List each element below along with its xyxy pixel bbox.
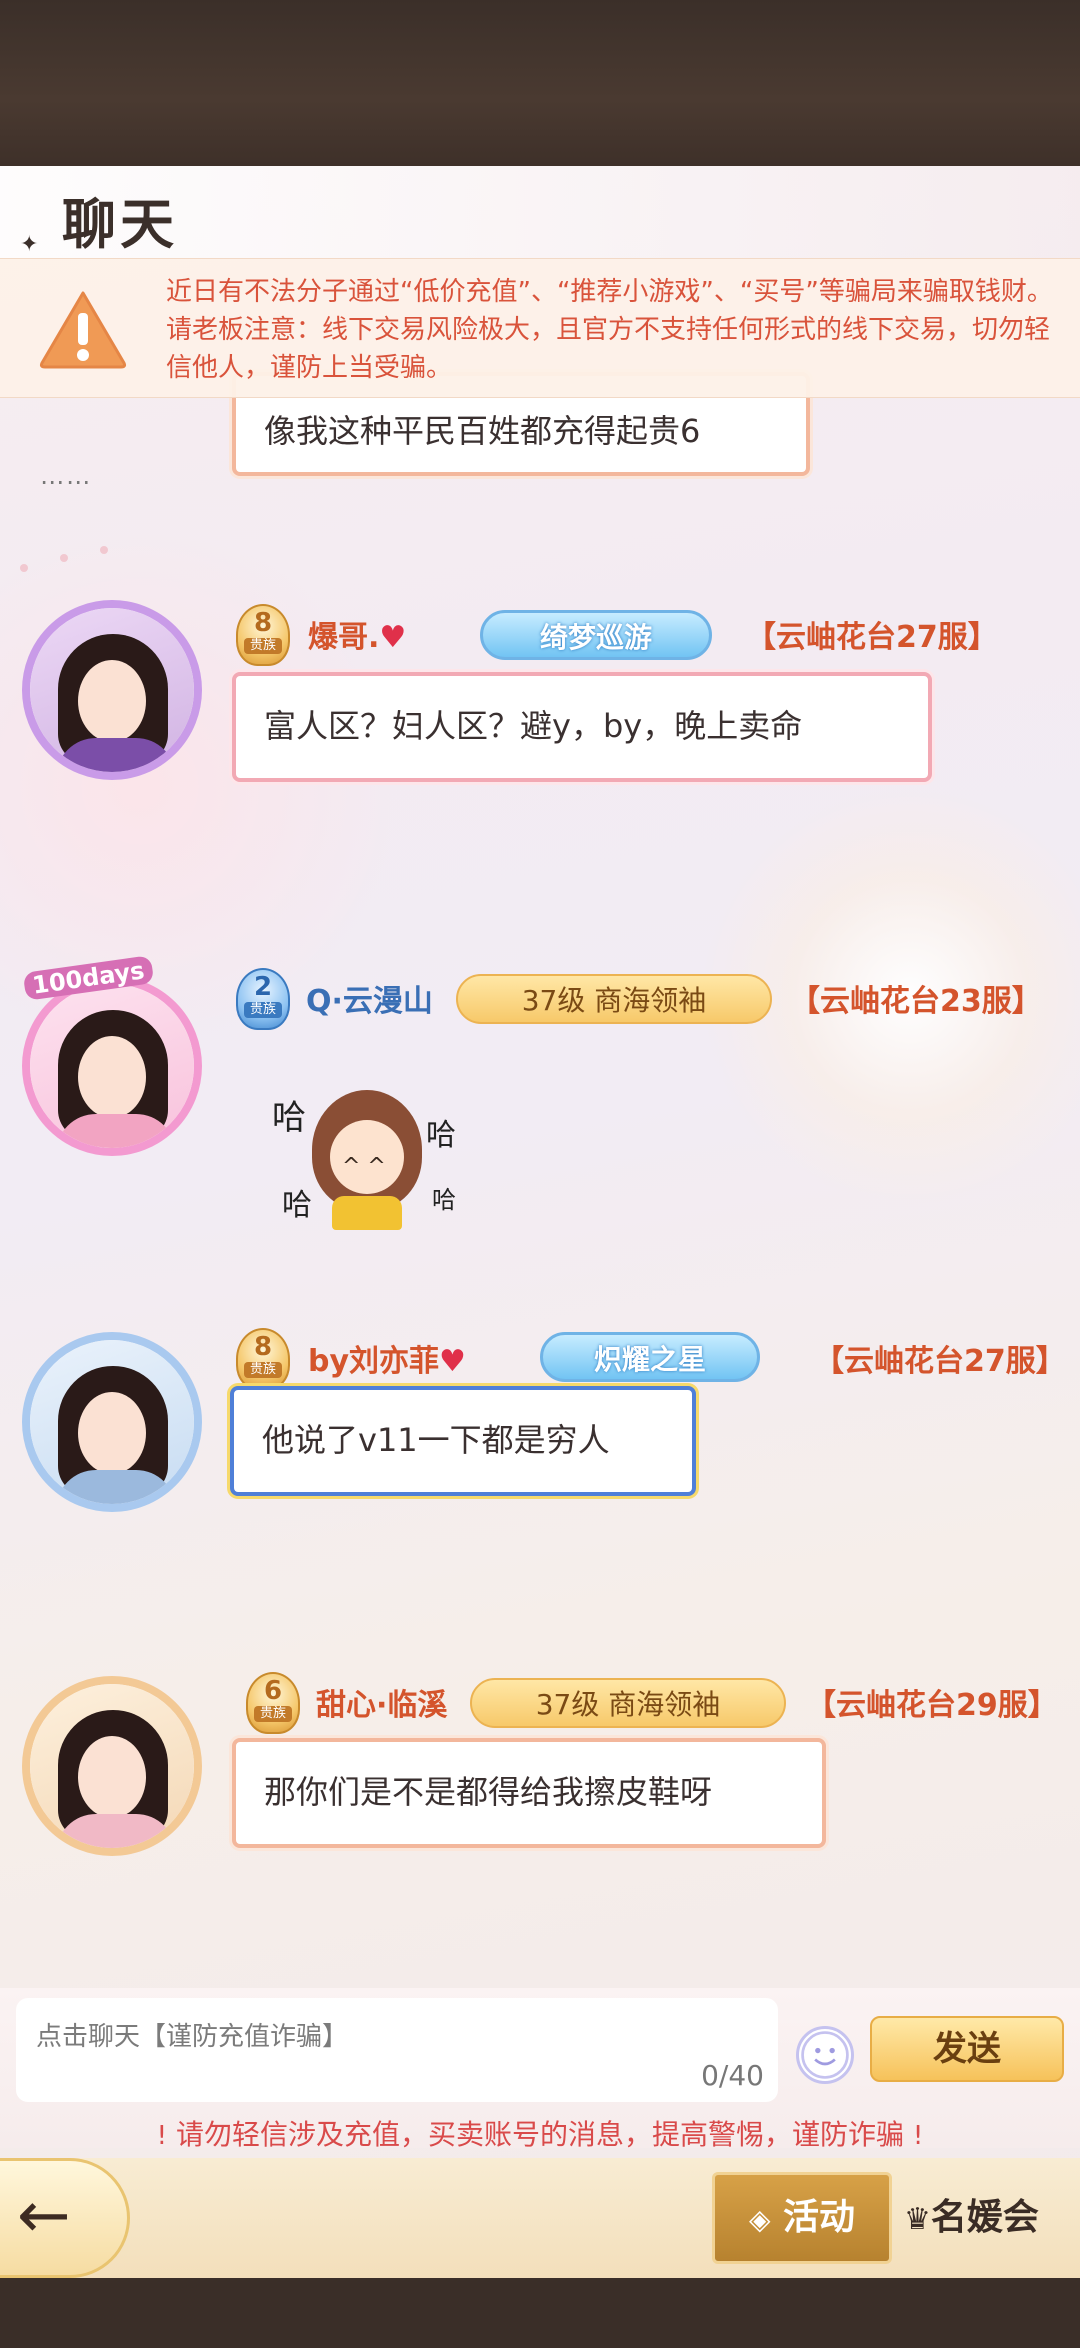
tab-activity[interactable]: ◈ 活动: [712, 2172, 892, 2264]
decor-dot: [100, 546, 108, 554]
noble-level-badge: 6 贵族: [246, 1672, 300, 1734]
warning-diamond-icon: !: [912, 2121, 924, 2151]
noble-level-badge: 8 贵族: [236, 604, 290, 666]
tab-activity-label: 活动: [783, 2197, 856, 2238]
back-arrow-icon: ←: [17, 2179, 71, 2253]
send-button[interactable]: 发送: [870, 2016, 1064, 2082]
warning-text: 近日有不法分子通过“低价充值”、“推荐小游戏”、“买号”等骗局来骗取钱财。请老板…: [166, 277, 1053, 383]
bottom-nav-bar: ← ◈ 活动 ♛名媛会: [0, 2158, 1080, 2278]
emoji-icon[interactable]: [796, 2026, 854, 2084]
page-title: 聊天: [62, 193, 178, 256]
crown-icon: ♛: [904, 2202, 931, 2237]
title-badge[interactable]: 炽耀之星: [540, 1332, 760, 1382]
server-label: 【云岫花台23服】: [790, 984, 1042, 1019]
avatar[interactable]: [22, 600, 202, 780]
chat-panel: ✦ 聊天 像我这种平民百姓都充得起贵6 ⋯⋯ 近日有不法分子通过“低价充值”、“…: [0, 166, 1080, 2278]
server-label: 【云岫花台29服】: [806, 1688, 1058, 1723]
tab-club[interactable]: ♛名媛会: [904, 2172, 1080, 2264]
warning-icon: [39, 291, 127, 369]
input-placeholder: 点击聊天【谨防充值诈骗】: [36, 2022, 349, 2052]
partial-dots: ⋯⋯: [40, 468, 92, 496]
diamond-icon: ◈: [748, 2203, 771, 2236]
username[interactable]: 甜心·临溪: [316, 1680, 447, 1724]
bottom-decor-bar: [0, 2278, 1080, 2348]
decor-dot: [60, 554, 68, 562]
sticker-text: 哈: [282, 1188, 312, 1223]
sticker-text: 哈: [426, 1118, 456, 1153]
message-bubble[interactable]: 富人区？妇人区？避y，by，晚上卖命: [232, 672, 932, 782]
noble-level-badge: 8 贵族: [236, 1328, 290, 1390]
fraud-warning-banner: 近日有不法分子通过“低价充值”、“推荐小游戏”、“买号”等骗局来骗取钱财。请老板…: [0, 258, 1080, 398]
heart-icon: ♥: [379, 620, 407, 655]
message-text: 富人区？妇人区？避y，by，晚上卖命: [264, 707, 803, 745]
laughing-sticker[interactable]: ^ ^ 哈 哈 哈 哈: [272, 1080, 462, 1230]
message-text: 他说了v11一下都是穷人: [262, 1421, 610, 1459]
title-badge[interactable]: 绮梦巡游: [480, 610, 712, 660]
message-bubble[interactable]: 他说了v11一下都是穷人: [230, 1386, 696, 1496]
char-counter: 0/40: [701, 2059, 764, 2092]
fraud-notice: ! 请勿轻信涉及充值，买卖账号的消息，提高警惕，谨防诈骗 !: [0, 2110, 1080, 2160]
avatar[interactable]: [22, 976, 202, 1156]
sparkle-icon: ✦: [20, 232, 39, 257]
partial-message-text: 像我这种平民百姓都充得起贵6: [264, 412, 701, 450]
top-decor-bar: [0, 0, 1080, 166]
avatar[interactable]: [22, 1676, 202, 1856]
username[interactable]: Q·云漫山: [306, 976, 433, 1020]
title-badge[interactable]: 37级 商海领袖: [470, 1678, 786, 1728]
notice-text: 请勿轻信涉及充值，买卖账号的消息，提高警惕，谨防诈骗: [175, 2118, 904, 2151]
warning-diamond-icon: !: [156, 2121, 168, 2151]
avatar[interactable]: [22, 1332, 202, 1512]
decor-dot: [20, 564, 28, 572]
server-label: 【云岫花台27服】: [814, 1344, 1066, 1379]
sticker-text: 哈: [272, 1098, 306, 1138]
message-bubble[interactable]: 那你们是不是都得给我擦皮鞋呀: [232, 1738, 826, 1848]
message-text: 那你们是不是都得给我擦皮鞋呀: [264, 1773, 713, 1811]
title-badge[interactable]: 37级 商海领袖: [456, 974, 772, 1024]
server-label: 【云岫花台27服】: [746, 620, 998, 655]
back-button[interactable]: ←: [0, 2158, 130, 2278]
heart-icon: ♥: [439, 1344, 466, 1379]
noble-level-badge: 2 贵族: [236, 968, 290, 1030]
tab-club-label: 名媛会: [930, 2197, 1039, 2238]
sticker-text: 哈: [432, 1186, 456, 1214]
username[interactable]: 爆哥.♥: [308, 612, 406, 656]
username[interactable]: by刘亦菲♥: [308, 1336, 466, 1380]
chat-input[interactable]: 点击聊天【谨防充值诈骗】 0/40: [16, 1998, 778, 2102]
